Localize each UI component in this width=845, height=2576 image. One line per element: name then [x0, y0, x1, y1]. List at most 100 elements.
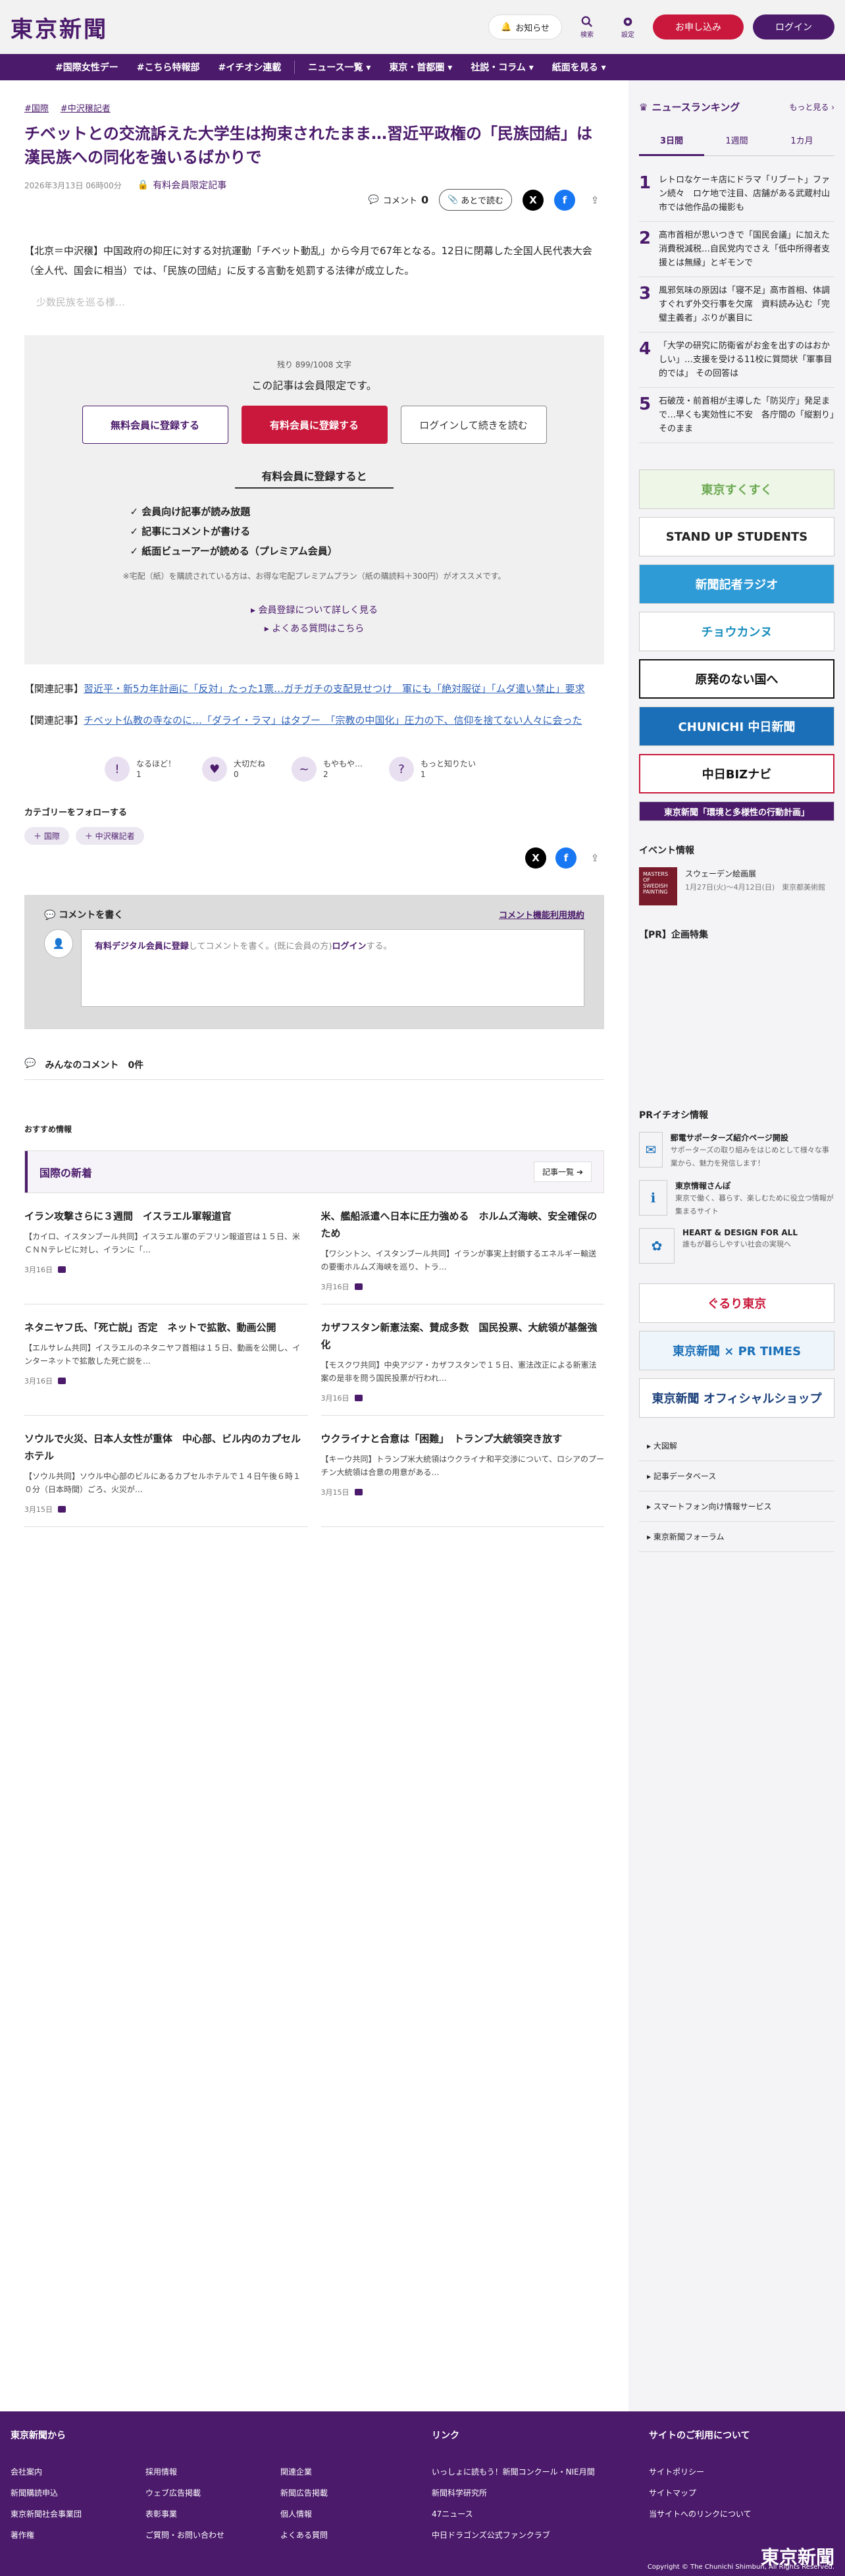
- reaction-taisetsu[interactable]: ♥ 大切だね 0: [202, 757, 265, 782]
- news-card[interactable]: ネタニヤフ氏、「死亡説」否定 ネットで拡散、動画公開 【エルサレム共同】イスラエル…: [24, 1319, 308, 1416]
- footer-link[interactable]: 会社案内: [11, 2461, 145, 2482]
- news-card[interactable]: 米、艦船派遣へ日本に圧力強める ホルムズ海峡、安全確保のため 【ワシントン、イスタ…: [320, 1208, 604, 1304]
- comment-rules-link[interactable]: コメント機能利用規約: [499, 908, 584, 921]
- banner-stand-up-students[interactable]: STAND UP STUDENTS: [639, 517, 834, 556]
- rank-text: 石破茂・前首相が主導した「防災庁」発足まで…早くも実効性に不安 各庁間の「縦割り…: [659, 396, 834, 434]
- banner-chokanne[interactable]: チョウカンヌ: [639, 612, 834, 651]
- footer-link[interactable]: 新聞科学研究所: [432, 2482, 649, 2504]
- login-button[interactable]: ログイン: [753, 14, 834, 40]
- tab-3days[interactable]: 3日間: [639, 126, 704, 156]
- faq-link[interactable]: ▸ よくある質問はこちら: [47, 620, 582, 638]
- search-button[interactable]: 検索: [571, 16, 603, 39]
- ranking-item[interactable]: 2 高市首相が思いつきで「国民会議」に加えた消費税減税…自民党内でさえ「低中所得者…: [639, 222, 834, 277]
- footer-link[interactable]: サイトポリシー: [649, 2461, 833, 2482]
- banner-chunichi[interactable]: CHUNICHI 中日新聞: [639, 707, 834, 746]
- reaction-naruhodo[interactable]: ! なるほど！ 1: [105, 757, 176, 782]
- related-link[interactable]: 習近平・新5カ年計画に「反対」たった1票…ガチガチの支配見せつけ 軍にも「絶対服…: [84, 683, 585, 695]
- pr-item[interactable]: ℹ 東京情報さんぽ 東京で働く、暮らす、楽しむために役立つ情報が集まるサイト: [639, 1180, 834, 1218]
- ranking-more-link[interactable]: もっと見る ›: [789, 101, 834, 113]
- banner-sukusuku[interactable]: 東京すくすく: [639, 470, 834, 509]
- membership-details-link[interactable]: ▸ 会員登録について詳しく見る: [47, 601, 582, 620]
- share-icon[interactable]: ⇪: [586, 190, 604, 211]
- event-heading: イベント情報: [639, 845, 694, 856]
- nav-item-tokuhobu[interactable]: #こちら特報部: [128, 54, 209, 80]
- banner-prtimes[interactable]: 東京新聞 × PR TIMES: [639, 1331, 834, 1370]
- x-share-icon[interactable]: X: [525, 847, 546, 869]
- tag-reporter[interactable]: #中沢穣記者: [61, 101, 111, 114]
- footer-link[interactable]: よくある質問: [280, 2525, 415, 2546]
- facebook-share-icon[interactable]: f: [554, 189, 575, 211]
- ranking-item[interactable]: 3 風邪気味の原因は「寝不足」高市首相、体調すぐれず外交行事を欠席 資料読み込む「…: [639, 277, 834, 333]
- ranking-item[interactable]: 4 「大学の研究に防衛省がお金を出すのはおかしい」…支援を受ける11校に質問状「軍…: [639, 333, 834, 388]
- intl-more-button[interactable]: 記事一覧 ➔: [534, 1162, 592, 1182]
- login-continue-button[interactable]: ログインして続きを読む: [400, 406, 547, 444]
- x-share-icon[interactable]: X: [523, 189, 544, 211]
- banner-shop[interactable]: 東京新聞 オフィシャルショップ: [639, 1378, 834, 1418]
- ranking-item[interactable]: 5 石破茂・前首相が主導した「防災庁」発足まで…早くも実効性に不安 各庁間の「縦割…: [639, 388, 834, 443]
- nav-item-news-list[interactable]: ニュース一覧 ▾: [299, 54, 380, 80]
- follow-tag-reporter[interactable]: ＋ 中沢穣記者: [75, 827, 144, 845]
- tag-international[interactable]: #国際: [24, 101, 49, 114]
- signup-button[interactable]: お申し込み: [653, 14, 744, 40]
- pr-item[interactable]: ✿ HEART & DESIGN FOR ALL 誰もが暮らしやすい社会の実現へ: [639, 1228, 834, 1264]
- share-icon[interactable]: ⇪: [586, 847, 604, 869]
- paywall-title: この記事は会員限定です。: [251, 379, 377, 392]
- footer-link[interactable]: ウェブ広告掲載: [145, 2482, 280, 2504]
- benefit-item: ✓ 記事にコメントが書ける: [130, 525, 251, 537]
- nav-item-tokyo[interactable]: 東京・首都圏 ▾: [380, 54, 461, 80]
- settings-button[interactable]: 設定: [612, 16, 644, 39]
- comment-count[interactable]: 💬 コメント 0: [369, 194, 428, 206]
- reaction-motto[interactable]: ? もっと知りたい 1: [389, 757, 476, 782]
- reaction-moyamoya[interactable]: ~ もやもや… 2: [292, 757, 363, 782]
- footer-link[interactable]: 新聞広告掲載: [280, 2482, 415, 2504]
- sidebar-link[interactable]: ▸ 記事データベース: [639, 1461, 834, 1491]
- footer-link[interactable]: ご質問・お問い合わせ: [145, 2525, 280, 2546]
- related-link[interactable]: チベット仏教の寺なのに…「ダライ・ラマ」はタブー 「宗教の中国化」圧力の下、信仰…: [84, 714, 582, 726]
- nav-item-editorial[interactable]: 社説・コラム ▾: [461, 54, 542, 80]
- footer-link[interactable]: 採用情報: [145, 2461, 280, 2482]
- free-register-button[interactable]: 無料会員に登録する: [82, 406, 228, 444]
- facebook-share-icon[interactable]: f: [555, 847, 576, 869]
- news-card[interactable]: イラン攻撃さらに３週間 イスラエル軍報道官 【カイロ、イスタンブール共同】イスラエ…: [24, 1208, 308, 1304]
- follow-tag-international[interactable]: ＋ 国際: [24, 827, 69, 845]
- register-digital-link[interactable]: 有料デジタル会員に登録: [95, 942, 189, 952]
- event-item[interactable]: MASTERS OF SWEDISH PAINTING スウェーデン絵画展 1月2…: [639, 867, 834, 905]
- benefits-list: ✓ 会員向け記事が読み放題 ✓ 記事にコメントが書ける ✓ 紙面ビューアーが読め…: [130, 502, 499, 561]
- footer-link[interactable]: 表彰事業: [145, 2504, 280, 2525]
- banner-environment[interactable]: 東京新聞「環境と多様性の行動計画」: [639, 801, 834, 821]
- pr-item[interactable]: ✉ 郵電サポーターズ紹介ページ開設 サポーターズの取り組みをはじめとして様々な事業…: [639, 1132, 834, 1169]
- comment-input-box[interactable]: 有料デジタル会員に登録してコメントを書く。(既に会員の方)ログインする。: [81, 929, 584, 1007]
- sidebar-link[interactable]: ▸ スマートフォン向け情報サービス: [639, 1491, 834, 1522]
- news-card[interactable]: カザフスタン新憲法案、賛成多数 国民投票、大統領が基盤強化 【モスクワ共同】中央ア…: [320, 1319, 604, 1416]
- footer-link[interactable]: 個人情報: [280, 2504, 415, 2525]
- tab-1month[interactable]: 1カ月: [769, 126, 834, 156]
- footer-link[interactable]: 東京新聞社会事業団: [11, 2504, 145, 2525]
- news-card[interactable]: ウクライナと合意は「困難」 トランプ大統領突き放す 【キーウ共同】トランプ米大統領…: [320, 1430, 604, 1527]
- footer-link[interactable]: サイトマップ: [649, 2482, 833, 2504]
- ranking-item[interactable]: 1 レトロなケーキ店にドラマ「リブート」ファン続々 ロケ地で注目、店舗がある武蔵村…: [639, 167, 834, 222]
- footer-link[interactable]: 47ニュース: [432, 2504, 649, 2525]
- sidebar-link[interactable]: ▸ 東京新聞フォーラム: [639, 1522, 834, 1552]
- banner-no-nuclear[interactable]: 原発のない国へ: [639, 659, 834, 699]
- notifications-button[interactable]: 🔔 お知らせ: [488, 14, 562, 40]
- banner-bizn[interactable]: 中日BIZナビ: [639, 754, 834, 793]
- news-card[interactable]: ソウルで火災、日本人女性が重体 中心部、ビル内のカプセルホテル 【ソウル共同】ソウ…: [24, 1430, 308, 1527]
- sidebar-link[interactable]: ▸ 大図解: [639, 1431, 834, 1461]
- footer-link[interactable]: 中日ドラゴンズ公式ファンクラブ: [432, 2525, 649, 2546]
- banner-radio[interactable]: 新聞記者ラジオ: [639, 564, 834, 604]
- footer-link[interactable]: いっしょに読もう！新聞コンクール・NIE月間: [432, 2461, 649, 2482]
- tab-1week[interactable]: 1週間: [704, 126, 769, 156]
- read-later-button[interactable]: 📎 あとで読む: [439, 189, 512, 211]
- nav-item-womens-day[interactable]: #国際女性デー: [46, 54, 128, 80]
- footer-link[interactable]: 関連企業: [280, 2461, 415, 2482]
- reaction-buttons: ! なるほど！ 1 ♥ 大切だね 0 ~ もやもや… 2 ? もっと知りたい 1: [105, 757, 604, 782]
- paid-register-button[interactable]: 有料会員に登録する: [241, 406, 388, 444]
- site-logo[interactable]: 東京新聞: [11, 11, 108, 43]
- footer-link[interactable]: 当サイトへのリンクについて: [649, 2504, 833, 2525]
- comment-login-link[interactable]: ログイン: [332, 942, 367, 952]
- banner-gururi[interactable]: ぐるり東京: [639, 1283, 834, 1323]
- nav-item-paper[interactable]: 紙面を見る ▾: [543, 54, 615, 80]
- footer-link[interactable]: 新聞購読申込: [11, 2482, 145, 2504]
- nav-item-series[interactable]: #イチオシ連載: [209, 54, 290, 80]
- footer-link[interactable]: 著作権: [11, 2525, 145, 2546]
